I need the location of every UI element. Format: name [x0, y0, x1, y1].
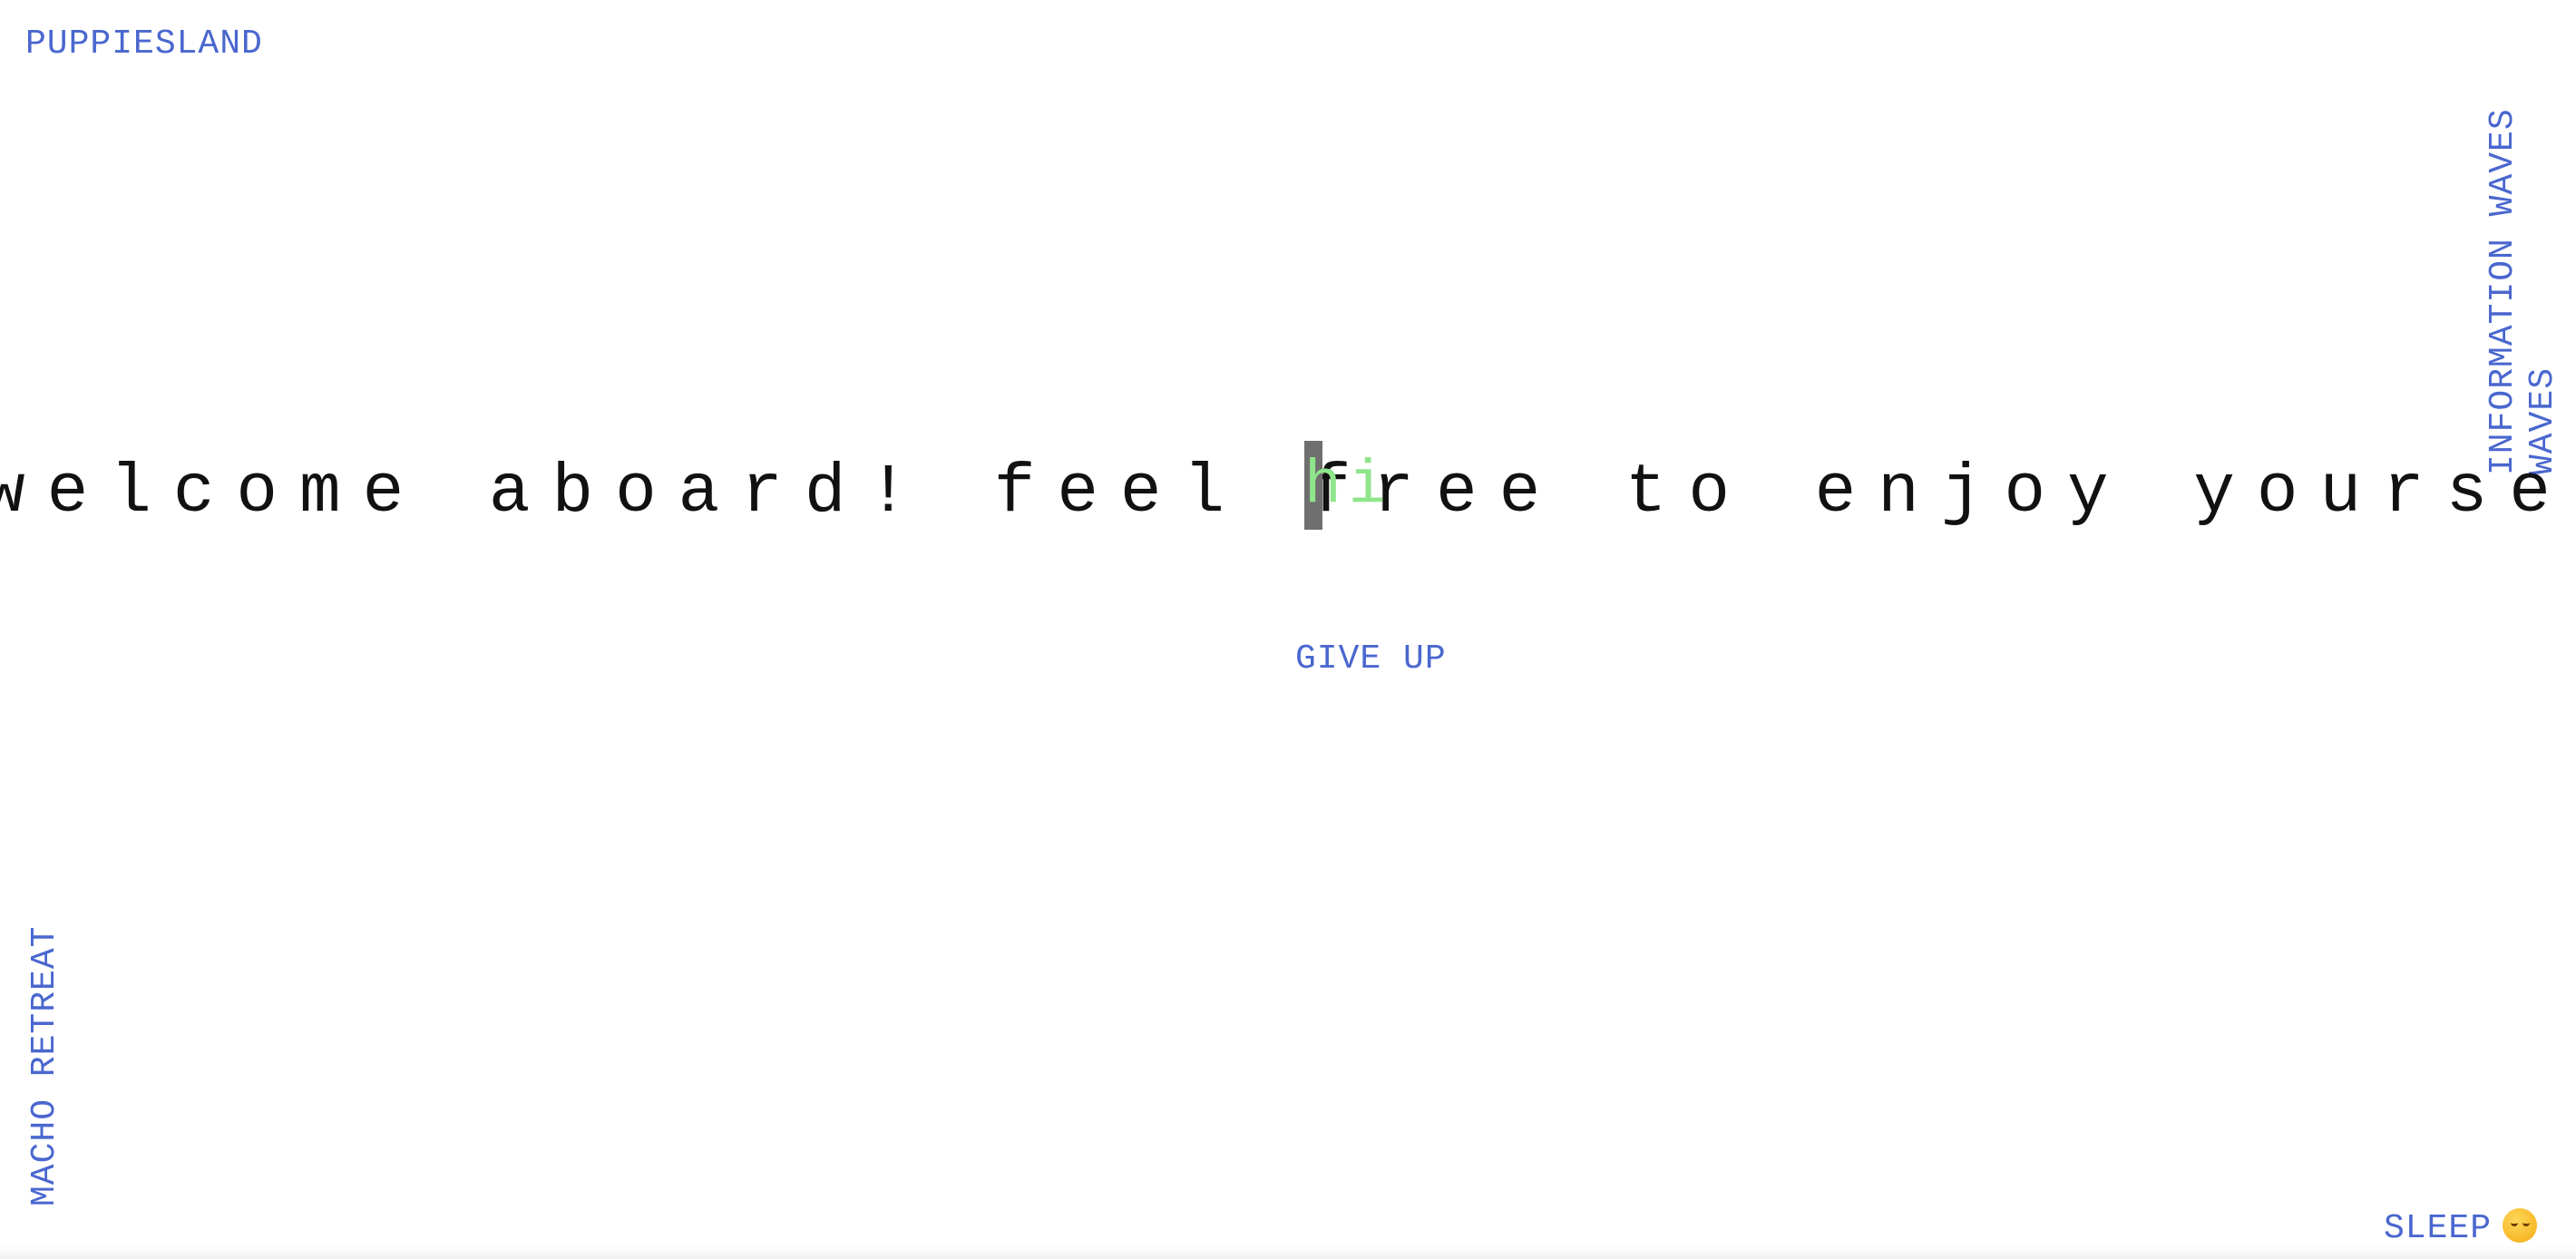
nav-link-puppiesland[interactable]: PUPPIESLAND — [25, 27, 263, 62]
nav-link-information-waves-line1: INFORMATION WAVES — [2483, 108, 2522, 475]
nav-link-information-waves-line2: WAVES — [2523, 366, 2562, 475]
nav-link-macho-retreat[interactable]: MACHO RETREAT — [25, 926, 64, 1206]
typed-input-text[interactable]: hi — [1304, 455, 1393, 517]
nav-link-sleep[interactable]: SLEEP — [2384, 1208, 2538, 1248]
give-up-button[interactable]: GIVE UP — [1295, 642, 1447, 677]
nav-link-information-waves[interactable]: INFORMATION WAVES WAVES — [2483, 108, 2563, 475]
yawning-face-icon — [2503, 1208, 2538, 1243]
bottom-edge-shadow — [0, 1244, 2576, 1259]
sleep-label: SLEEP — [2384, 1209, 2493, 1248]
welcome-message: welcome aboard! feel free to enjoy yours… — [0, 454, 2576, 532]
